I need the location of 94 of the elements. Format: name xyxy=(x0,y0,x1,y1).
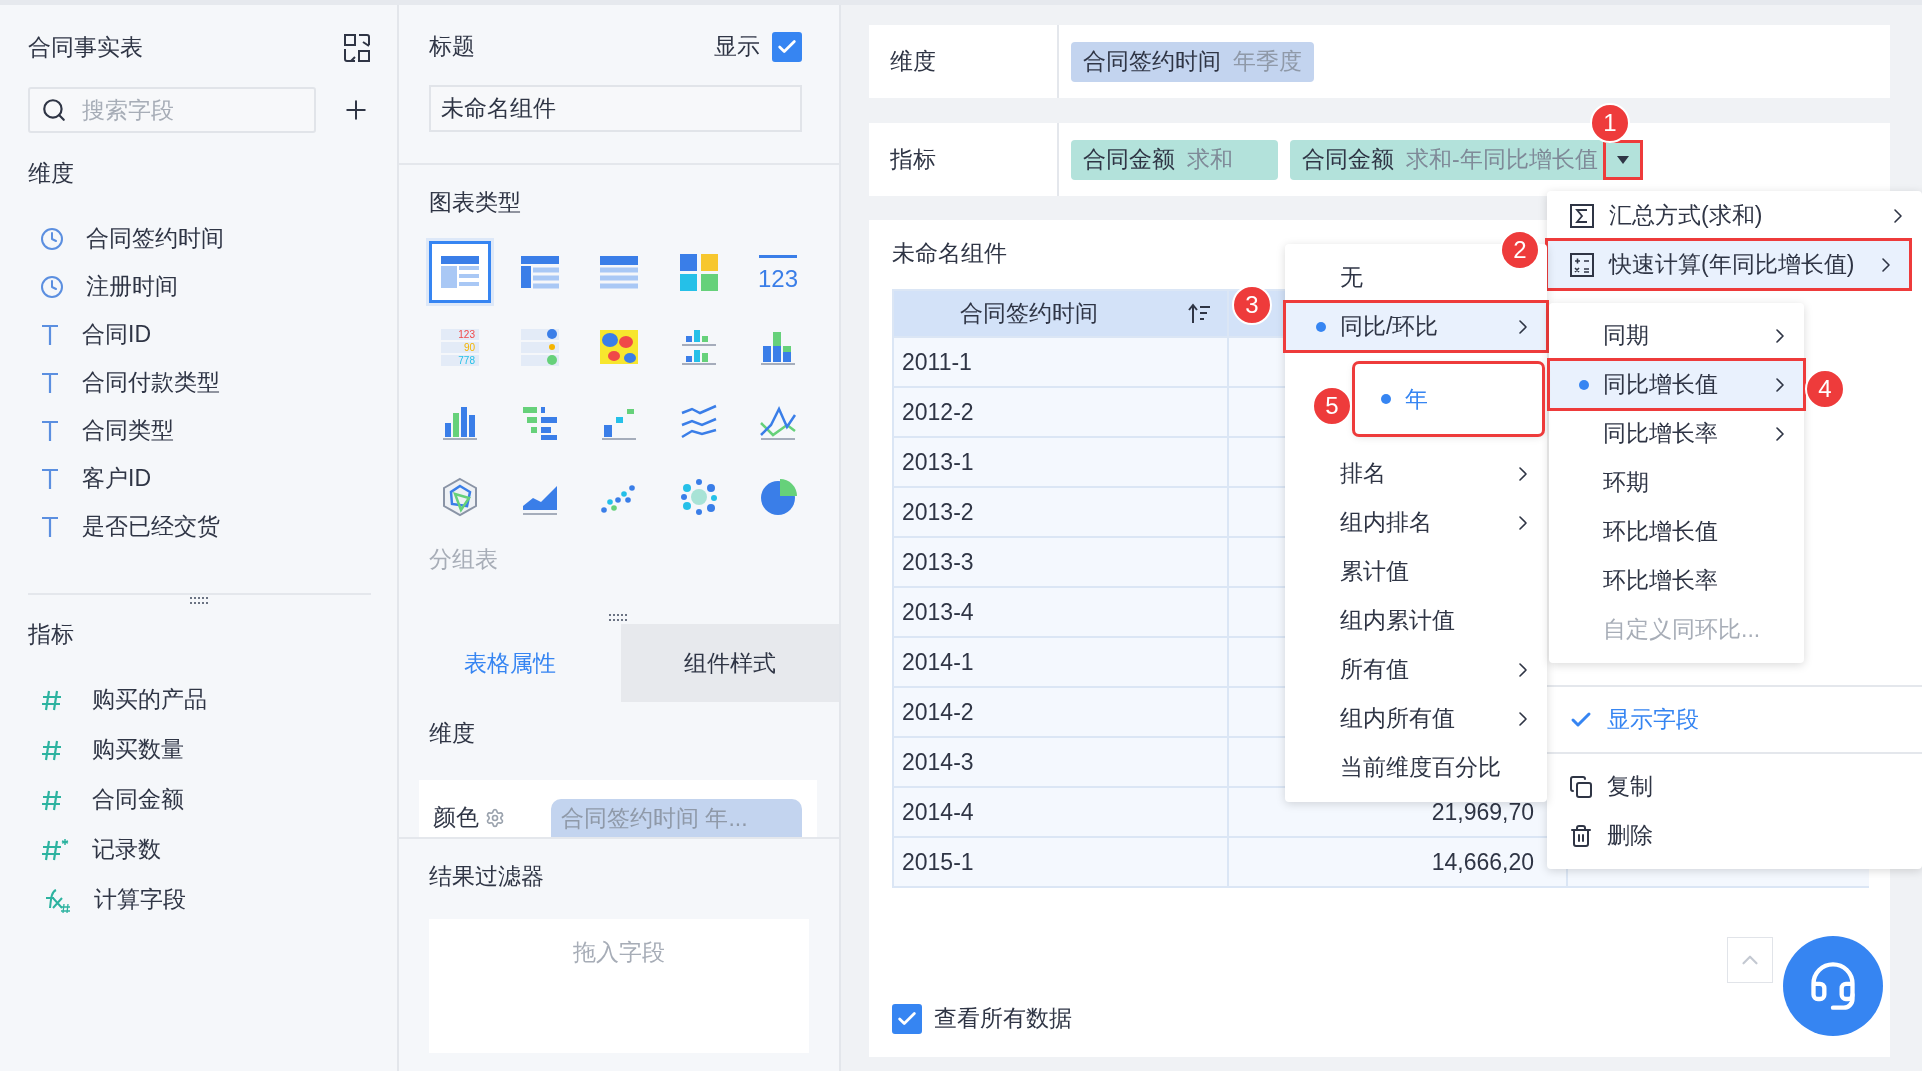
menu-item[interactable]: 同期 xyxy=(1549,311,1804,360)
switch-table-icon[interactable] xyxy=(343,33,371,63)
view-all-checkbox[interactable] xyxy=(892,1004,922,1034)
calculator-icon xyxy=(1569,251,1595,278)
caret-icon xyxy=(1615,154,1630,165)
menu-item[interactable]: 组内排名 xyxy=(1285,498,1547,547)
menu-item[interactable]: 组内所有值 xyxy=(1285,694,1547,743)
text-type-icon xyxy=(40,323,60,347)
table-cell: 2014-4 xyxy=(893,787,1228,837)
sigma-icon xyxy=(1569,202,1595,229)
section-title: 结果过滤器 xyxy=(429,863,544,891)
table-cell: 2013-2 xyxy=(893,487,1228,537)
menu-item[interactable]: 快速计算(年同比增长值) xyxy=(1547,240,1910,289)
table-cell: 2014-3 xyxy=(893,737,1228,787)
menu-item[interactable]: 同比增长率 xyxy=(1549,409,1804,458)
clock-icon xyxy=(40,227,64,251)
clock-icon xyxy=(40,275,64,299)
chart-type-name: 分组表 xyxy=(429,546,498,574)
drag-handle-icon[interactable] xyxy=(608,614,630,622)
table-cell: 2014-2 xyxy=(893,687,1228,737)
text-type-icon xyxy=(40,515,60,539)
bullet-icon xyxy=(1579,379,1589,390)
copy-icon xyxy=(1569,774,1593,799)
drag-handle-icon[interactable] xyxy=(188,597,211,605)
field-item[interactable]: 是否已经交货 xyxy=(82,513,220,541)
field-chip[interactable]: 合同金额 求和-年同比增长值 xyxy=(1290,139,1642,180)
trash-icon xyxy=(1569,823,1593,848)
menu-item[interactable]: 汇总方式(求和) xyxy=(1547,191,1922,240)
menu-item[interactable]: 环比增长值 xyxy=(1549,507,1804,556)
bullet-icon xyxy=(1381,394,1391,404)
field-chip[interactable]: 合同金额 求和 xyxy=(1071,139,1278,180)
title-field[interactable]: 未命名组件 xyxy=(429,85,802,132)
header-text: 合同签约时间 xyxy=(959,299,1098,328)
field-chip[interactable]: 合同签约时间 年季度 xyxy=(1071,41,1314,82)
table-cell: 2013-1 xyxy=(893,437,1228,487)
table-cell: 2012-2 xyxy=(893,387,1228,437)
menu-item[interactable]: 累计值 xyxy=(1285,547,1547,596)
column-header[interactable]: 合同签约时间 xyxy=(893,290,1228,337)
table-cell: 2015-1 xyxy=(893,837,1228,887)
row-label: 指标 xyxy=(890,145,936,174)
table-cell: 14,666,20 xyxy=(1228,837,1567,887)
checkbox-label: 查看所有数据 xyxy=(934,1005,1072,1033)
field-item[interactable]: 合同付款类型 xyxy=(82,369,220,397)
field-item[interactable]: 合同ID xyxy=(82,321,151,349)
menu-item: 自定义同环比... xyxy=(1602,615,1762,644)
text-type-icon xyxy=(40,371,60,395)
search-field[interactable]: 搜索字段 xyxy=(28,87,316,133)
color-label: 颜色 xyxy=(433,804,479,832)
field-item[interactable]: 购买的产品 xyxy=(92,686,207,714)
gear-icon[interactable] xyxy=(485,808,505,828)
menu-item[interactable]: 组内累计值 xyxy=(1285,596,1547,645)
menu-item[interactable]: 所有值 xyxy=(1285,645,1547,694)
show-checkbox[interactable] xyxy=(772,32,802,62)
chart-type-button[interactable] xyxy=(429,241,491,303)
table-cell: 2014-1 xyxy=(893,637,1228,687)
text-type-icon xyxy=(40,467,60,491)
table-cell: 2013-3 xyxy=(893,537,1228,587)
field-item[interactable]: 合同金额 xyxy=(92,786,184,814)
menu-item[interactable]: 环比增长率 xyxy=(1549,556,1804,605)
menu-item[interactable]: 年 xyxy=(1355,374,1542,424)
table-cell: 2011-1 xyxy=(893,337,1228,387)
panel-title: 合同事实表 xyxy=(28,34,143,62)
widget-title: 未命名组件 xyxy=(892,239,1007,268)
menu-item[interactable]: 排名 xyxy=(1285,449,1547,498)
hash-star-icon xyxy=(40,837,70,863)
chart-type-button[interactable]: 123 xyxy=(747,241,809,303)
field-label: 标题 xyxy=(429,33,475,61)
section-title: 维度 xyxy=(429,720,475,748)
field-item[interactable]: 合同类型 xyxy=(82,417,174,445)
menu-item[interactable]: 同比增长值 xyxy=(1549,360,1804,409)
text-type-icon xyxy=(40,419,60,443)
block-icon xyxy=(677,251,720,293)
section-title: 维度 xyxy=(28,160,74,188)
table-cell: 2013-4 xyxy=(893,587,1228,637)
field-item[interactable]: 计算字段 xyxy=(94,886,186,914)
section-title: 指标 xyxy=(28,621,74,649)
tab[interactable]: 组件样式 xyxy=(621,624,839,702)
field-item[interactable]: 合同签约时间 xyxy=(86,225,224,253)
dropdown-button[interactable] xyxy=(1605,142,1640,177)
show-label: 显示 xyxy=(714,33,760,61)
row-label: 维度 xyxy=(890,47,936,76)
search-icon xyxy=(41,97,67,123)
menu-item[interactable]: 同比/环比 xyxy=(1285,302,1547,351)
field-item[interactable]: 购买数量 xyxy=(92,736,184,764)
sort-icon[interactable] xyxy=(1187,302,1212,325)
field-item[interactable]: 注册时间 xyxy=(86,273,178,301)
section-title: 图表类型 xyxy=(429,189,521,217)
menu-item[interactable]: 环期 xyxy=(1549,458,1804,507)
list-icon xyxy=(518,326,561,368)
field-item[interactable]: 记录数 xyxy=(92,836,161,864)
bullet-icon xyxy=(1316,321,1326,332)
field-item[interactable]: 客户ID xyxy=(82,465,151,493)
menu-item[interactable]: 显示字段 xyxy=(1547,695,1922,744)
drop-hint: 拖入字段 xyxy=(573,939,665,967)
